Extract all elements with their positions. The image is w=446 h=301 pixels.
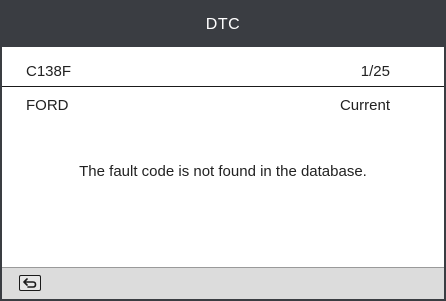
code-status: Current — [339, 97, 390, 114]
footer-bar — [2, 267, 444, 299]
code-row: C138F 1/25 — [2, 56, 444, 87]
return-arrow-icon — [23, 278, 37, 288]
page-title: DTC — [205, 15, 241, 33]
vehicle-make: FORD — [26, 97, 69, 114]
dtc-screen: DTC C138F 1/25 FORD Current The fault co… — [0, 0, 446, 301]
back-button[interactable] — [19, 275, 41, 291]
code-position: 1/25 — [360, 62, 390, 80]
title-bar: DTC — [2, 2, 444, 47]
fault-message: The fault code is not found in the datab… — [79, 163, 367, 180]
info-row: FORD Current — [2, 90, 444, 121]
dtc-code: C138F — [26, 62, 72, 80]
